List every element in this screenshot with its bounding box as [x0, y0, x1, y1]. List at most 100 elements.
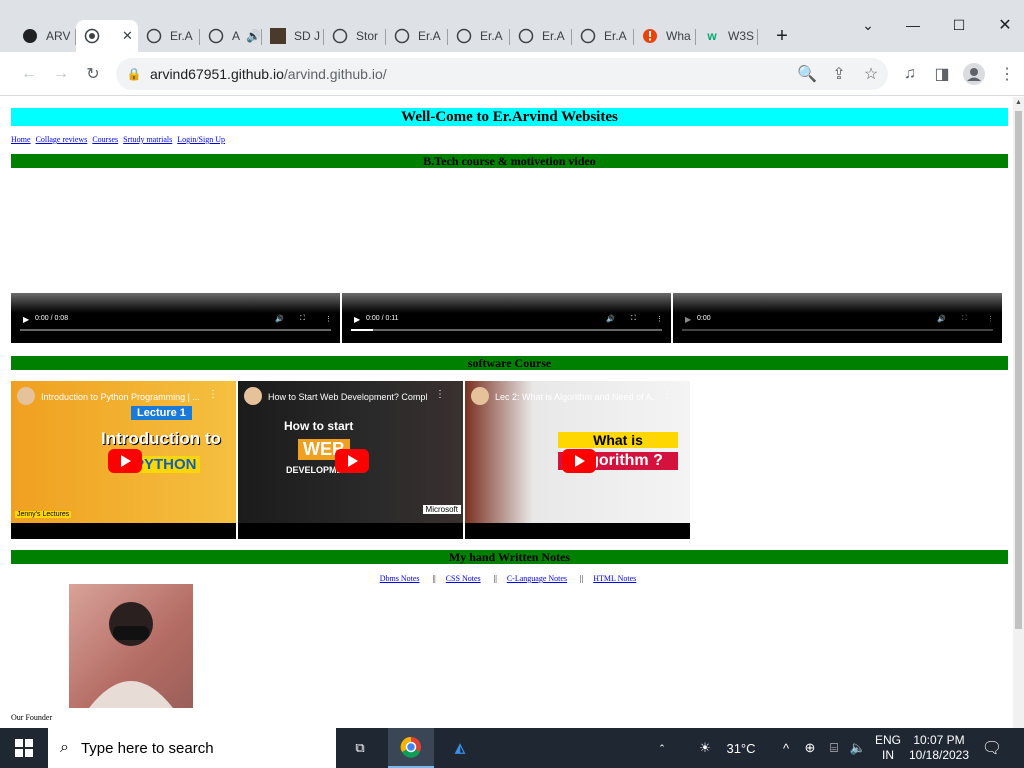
- c-language-notes-link[interactable]: C-Language Notes: [507, 574, 567, 583]
- tab-1-active[interactable]: ✕: [76, 20, 138, 52]
- tab-5[interactable]: Stor: [324, 20, 386, 52]
- media-control-icon[interactable]: ♫: [896, 60, 924, 88]
- tab-10[interactable]: Wha: [634, 20, 696, 52]
- more-icon[interactable]: ⋮: [435, 389, 445, 400]
- youtube-embed-algorithm[interactable]: What is Algorithm ? Lec 2: What is Algor…: [465, 381, 690, 539]
- more-icon[interactable]: ⋮: [662, 389, 672, 400]
- zoom-icon[interactable]: 🔍: [793, 60, 821, 88]
- video-title[interactable]: Lec 2: What is Algorithm and Need of A..…: [495, 392, 655, 402]
- show-hidden-icons-chevron-icon[interactable]: ^: [776, 728, 796, 768]
- tab-3[interactable]: A 🔊: [200, 20, 262, 52]
- video-menu-icon[interactable]: ⋮: [325, 315, 332, 323]
- youtube-play-icon[interactable]: [335, 449, 369, 473]
- video-title[interactable]: Introduction to Python Programming | ...: [41, 392, 201, 402]
- video-time: 0:00 / 0:11: [366, 315, 399, 322]
- task-view-icon[interactable]: ⧉: [340, 728, 380, 768]
- fullscreen-icon[interactable]: ⛶: [962, 315, 967, 323]
- tab-0[interactable]: ARV: [14, 20, 76, 52]
- network-icon[interactable]: ⌸: [824, 728, 844, 768]
- nav-collage-reviews[interactable]: Collage reviews: [36, 135, 88, 144]
- profile-avatar-icon[interactable]: [960, 60, 988, 88]
- notifications-icon[interactable]: 🗨: [980, 728, 1004, 768]
- tab-11[interactable]: w W3S: [696, 20, 758, 52]
- share-icon[interactable]: ⇪: [825, 60, 853, 88]
- video-progress[interactable]: [351, 329, 662, 331]
- side-panel-icon[interactable]: ◨: [928, 60, 956, 88]
- menu-kebab-icon[interactable]: ⋮: [993, 60, 1021, 88]
- globe-icon: [332, 28, 348, 44]
- fullscreen-icon[interactable]: ⛶: [631, 315, 636, 323]
- html-notes-link[interactable]: HTML Notes: [593, 574, 636, 583]
- video-player-3[interactable]: ▶ 0:00 🔊 ⛶ ⋮: [673, 293, 1002, 343]
- back-icon[interactable]: ←: [15, 60, 43, 88]
- reload-icon[interactable]: ↻: [79, 60, 107, 88]
- meeting-icon[interactable]: ⊕: [800, 728, 820, 768]
- tab-8[interactable]: Er.A: [510, 20, 572, 52]
- globe-icon: [146, 28, 162, 44]
- volume-icon[interactable]: 🔊: [275, 315, 284, 323]
- css-notes-link[interactable]: CSS Notes: [446, 574, 481, 583]
- video-menu-icon[interactable]: ⋮: [987, 315, 994, 323]
- maximize-button[interactable]: ☐: [944, 10, 974, 40]
- volume-icon[interactable]: 🔊: [937, 315, 946, 323]
- nav-login-signup[interactable]: Login/Sign Up: [177, 135, 225, 144]
- nav-courses[interactable]: Courses: [92, 135, 118, 144]
- taskbar-search[interactable]: ⌕ Type here to search: [48, 728, 336, 768]
- volume-icon[interactable]: 🔈: [848, 728, 868, 768]
- video-player-1[interactable]: ▶ 0:00 / 0:08 🔊 ⛶ ⋮: [11, 293, 340, 343]
- new-tab-button[interactable]: +: [767, 21, 797, 51]
- chrome-taskbar-icon[interactable]: [388, 728, 434, 768]
- bookmark-star-icon[interactable]: ☆: [857, 60, 885, 88]
- channel-avatar[interactable]: [471, 387, 489, 405]
- video-progress[interactable]: [20, 329, 331, 331]
- nav-study-materials[interactable]: Srtudy matrials: [123, 135, 172, 144]
- play-icon[interactable]: ▶: [685, 315, 691, 324]
- tab-6[interactable]: Er.A: [386, 20, 448, 52]
- tab-9[interactable]: Er.A: [572, 20, 634, 52]
- temperature[interactable]: 31°C: [724, 728, 758, 768]
- youtube-play-icon[interactable]: [108, 449, 142, 473]
- url-text[interactable]: arvind67951.github.io/arvind.github.io/: [150, 66, 387, 82]
- page-scrollbar[interactable]: ▲: [1013, 97, 1024, 728]
- github-icon: [22, 28, 38, 44]
- video-title[interactable]: How to Start Web Development? Compl...: [268, 392, 428, 402]
- windows-start-icon[interactable]: [0, 728, 48, 768]
- nav-home[interactable]: Home: [11, 135, 31, 144]
- page-title: Well-Come to Er.Arvind Websites: [11, 108, 1008, 126]
- forward-icon[interactable]: →: [47, 60, 75, 88]
- scroll-up-arrow-icon[interactable]: ▲: [1015, 99, 1022, 106]
- minimize-button[interactable]: —: [898, 10, 928, 40]
- tab-search-chevron-icon[interactable]: ⌄: [853, 10, 883, 40]
- weather-icon[interactable]: ☀: [690, 728, 720, 768]
- video-progress[interactable]: [682, 329, 993, 331]
- youtube-embed-python[interactable]: Lecture 1 Introduction to PYTHON Jenny's…: [11, 381, 236, 539]
- tab-4[interactable]: SD J: [262, 20, 324, 52]
- taskbar-overflow-arrows-icon[interactable]: ⌃: [655, 728, 669, 768]
- video-player-2[interactable]: ▶ 0:00 / 0:11 🔊 ⛶ ⋮: [342, 293, 671, 343]
- thumb-text: What is: [558, 432, 678, 448]
- channel-badge: Jenny's Lectures: [15, 511, 72, 518]
- scrollbar-thumb[interactable]: [1015, 111, 1022, 629]
- clock[interactable]: 10:07 PM 10/18/2023: [906, 728, 972, 768]
- app-taskbar-icon[interactable]: ◭: [440, 728, 480, 768]
- volume-icon[interactable]: 🔊: [606, 315, 615, 323]
- language-indicator[interactable]: ENG IN: [872, 728, 904, 768]
- video-time: 0:00 / 0:08: [35, 315, 69, 322]
- dbms-notes-link[interactable]: Dbms Notes: [380, 574, 420, 583]
- tab-2[interactable]: Er.A: [138, 20, 200, 52]
- tab-7[interactable]: Er.A: [448, 20, 510, 52]
- channel-avatar[interactable]: [17, 387, 35, 405]
- globe-icon: [456, 28, 472, 44]
- close-window-button[interactable]: ✕: [990, 10, 1020, 40]
- play-icon[interactable]: ▶: [23, 315, 29, 324]
- more-icon[interactable]: ⋮: [208, 389, 218, 400]
- youtube-embed-webdev[interactable]: How to start WEB DEVELOPMENT Microsoft H…: [238, 381, 463, 539]
- youtube-play-icon[interactable]: [562, 449, 596, 473]
- close-tab-icon[interactable]: ✕: [122, 28, 133, 44]
- channel-avatar[interactable]: [244, 387, 262, 405]
- section-heading-videos: B.Tech course & motivetion video: [11, 154, 1008, 168]
- video-menu-icon[interactable]: ⋮: [656, 315, 663, 323]
- play-icon[interactable]: ▶: [354, 315, 360, 324]
- lock-icon[interactable]: 🔒: [120, 60, 148, 88]
- fullscreen-icon[interactable]: ⛶: [300, 315, 305, 323]
